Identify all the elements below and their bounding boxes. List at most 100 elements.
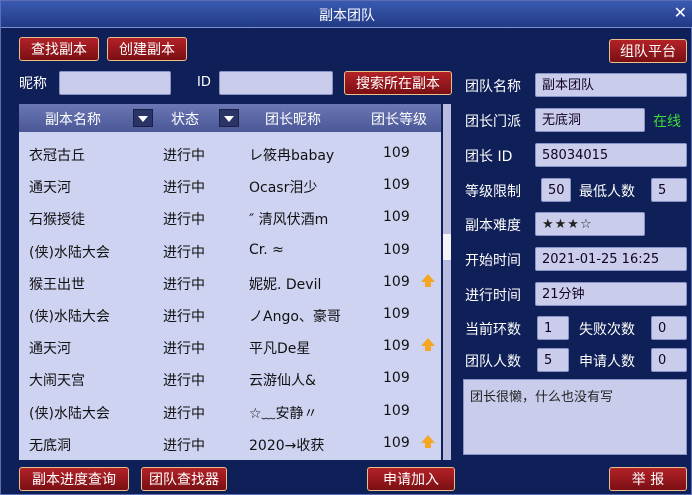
level-limit-value: 50 [541, 178, 571, 202]
team-window: 副本团队 ✕ 查找副本 创建副本 组队平台 昵称 ID 搜索所在副本 副本名称 … [0, 0, 692, 495]
id-label: ID [197, 75, 211, 90]
header-instance-name: 副本名称 [45, 112, 101, 128]
title-bar: 副本团队 ✕ [1, 1, 692, 28]
team-notice: 团长很懒，什么也没有写 [463, 379, 687, 455]
id-input[interactable] [219, 71, 333, 95]
cell-leader-level: 109 [383, 370, 410, 387]
ring-label: 当前环数 [465, 322, 521, 338]
chevron-down-icon[interactable] [133, 109, 153, 127]
nickname-label: 昵称 [19, 76, 47, 92]
cell-instance-name: 猴王出世 [29, 276, 85, 293]
cell-instance-name: 石猴授徒 [29, 212, 85, 229]
members-label: 团队人数 [465, 354, 521, 370]
table-row[interactable]: (侠)水陆大会 进行中 Cr. ≈ 109 [19, 235, 441, 267]
cell-instance-name: 通天河 [29, 341, 71, 358]
up-arrow-icon [421, 338, 435, 352]
level-limit-label: 等级限制 [465, 184, 521, 200]
apply-count-value: 0 [651, 348, 687, 372]
cell-status: 进行中 [163, 148, 205, 164]
cell-leader-level: 109 [383, 177, 410, 194]
up-arrow-icon [421, 434, 435, 448]
report-button[interactable]: 举 报 [609, 467, 687, 491]
header-leader-nick: 团长昵称 [265, 112, 321, 128]
cell-status: 进行中 [163, 437, 205, 454]
start-time-label: 开始时间 [465, 253, 521, 269]
leader-id-label: 团长 ID [465, 149, 513, 165]
cell-leader-nick: ☆﹏安静〃 [249, 405, 318, 422]
sect-value: 无底洞 [535, 108, 645, 132]
cell-instance-name: 衣冠古丘 [29, 148, 85, 164]
progress-query-button[interactable]: 副本进度查询 [19, 467, 129, 491]
chevron-down-icon[interactable] [219, 109, 239, 127]
cell-leader-nick: 平凡De星 [249, 341, 311, 358]
apply-count-label: 申请人数 [579, 354, 635, 370]
header-status: 状态 [171, 112, 199, 128]
cell-status: 进行中 [163, 212, 205, 229]
table-row[interactable]: 猴王出世 进行中 妮妮. Devil 109 [19, 267, 441, 299]
team-finder-button[interactable]: 团队查找器 [141, 467, 227, 491]
cell-leader-level: 109 [383, 145, 410, 161]
cell-leader-nick: 2020→收获 [249, 437, 325, 454]
instance-table: 副本名称 状态 团长昵称 团长等级 衣冠古丘 进行中 レ筱冉babay 109 通天河进… [19, 104, 441, 460]
find-instance-button[interactable]: 查找副本 [19, 37, 99, 61]
cell-leader-nick: レ筱冉babay [249, 148, 335, 164]
cell-leader-nick: 妮妮. Devil [249, 276, 322, 293]
cell-status: 进行中 [163, 244, 205, 261]
team-name-value: 副本团队 [535, 73, 687, 97]
table-header: 副本名称 状态 团长昵称 团长等级 [19, 104, 441, 132]
cell-leader-nick: ノAngo、豪哥 [249, 309, 341, 325]
difficulty-label: 副本难度 [465, 218, 521, 234]
up-arrow-icon [421, 273, 435, 287]
cell-instance-name: 无底洞 [29, 437, 71, 454]
table-row[interactable]: 大闹天宫 进行中 云游仙人& 109 [19, 363, 441, 395]
nickname-input[interactable] [59, 71, 171, 95]
header-leader-level: 团长等级 [371, 112, 427, 128]
search-in-instance-button[interactable]: 搜索所在副本 [344, 71, 452, 95]
cell-status: 进行中 [163, 405, 205, 422]
cell-instance-name: 通天河 [29, 180, 71, 197]
cell-instance-name: (侠)水陆大会 [29, 309, 110, 325]
cell-status: 进行中 [163, 309, 205, 325]
table-row[interactable]: 通天河 进行中 Ocasr泪少 109 [19, 170, 441, 202]
team-name-label: 团队名称 [465, 79, 521, 95]
difficulty-stars: ★★★☆ [535, 212, 645, 236]
min-people-value: 5 [651, 178, 687, 202]
cell-instance-name: (侠)水陆大会 [29, 405, 110, 422]
cell-status: 进行中 [163, 180, 205, 197]
cell-leader-nick: Cr. ≈ [249, 241, 284, 258]
ring-value: 1 [537, 316, 569, 340]
table-row[interactable]: 衣冠古丘 进行中 レ筱冉babay 109 [19, 138, 441, 170]
cell-leader-level: 109 [383, 306, 410, 322]
cell-leader-nick: Ocasr泪少 [249, 180, 318, 197]
cell-leader-level: 109 [383, 241, 410, 258]
cell-status: 进行中 [163, 373, 205, 390]
cell-instance-name: 大闹天宫 [29, 373, 85, 390]
cell-instance-name: (侠)水陆大会 [29, 244, 110, 261]
create-instance-button[interactable]: 创建副本 [107, 37, 187, 61]
duration-label: 进行时间 [465, 288, 521, 304]
cell-leader-nick: 云游仙人& [249, 373, 316, 390]
table-row[interactable]: (侠)水陆大会 进行中 ☆﹏安静〃 109 [19, 396, 441, 428]
cell-status: 进行中 [163, 276, 205, 293]
cell-leader-level: 109 [383, 209, 410, 226]
min-people-label: 最低人数 [579, 184, 635, 200]
window-title: 副本团队 [319, 8, 375, 24]
sect-label: 团长门派 [465, 114, 521, 130]
scrollbar-thumb[interactable] [443, 234, 451, 260]
cell-leader-level: 109 [383, 434, 410, 451]
members-value: 5 [537, 348, 569, 372]
table-row[interactable]: 无底洞 进行中 2020→收获 109 [19, 428, 441, 460]
apply-join-button[interactable]: 申请加入 [367, 467, 455, 491]
cell-leader-nick: ″ 清风伏酒m [249, 212, 329, 229]
table-row[interactable]: 石猴授徒 进行中 ″ 清风伏酒m 109 [19, 202, 441, 234]
cell-status: 进行中 [163, 341, 205, 358]
leader-id-value: 58034015 [535, 143, 687, 167]
close-icon[interactable]: ✕ [674, 3, 687, 22]
team-platform-button[interactable]: 组队平台 [609, 39, 687, 63]
start-time-value: 2021-01-25 16:25 [535, 247, 687, 271]
table-row[interactable]: 通天河 进行中 平凡De星 109 [19, 331, 441, 363]
table-row[interactable]: (侠)水陆大会 进行中 ノAngo、豪哥 109 [19, 299, 441, 331]
fail-count-value: 0 [651, 316, 687, 340]
scrollbar[interactable] [443, 104, 451, 460]
duration-value: 21分钟 [535, 282, 687, 306]
